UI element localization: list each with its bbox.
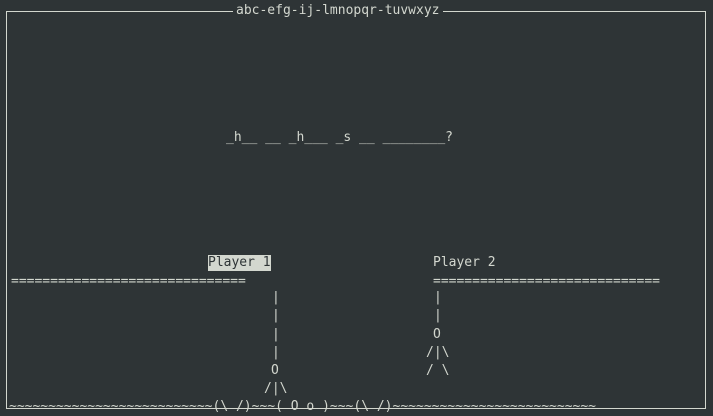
player-1-head: O xyxy=(271,363,279,378)
player-2-rope-2: | xyxy=(434,308,442,323)
player-1-rope-1: | xyxy=(272,290,280,305)
player-2-body: /|\ xyxy=(426,345,450,360)
player-1-rope-2: | xyxy=(272,308,280,323)
right-plank: ============================= xyxy=(433,274,660,289)
game-frame xyxy=(6,11,706,409)
water-with-crocodile: ~~~~~~~~~~~~~~~~~~~~~~~~~~(\ /)~~~( O o … xyxy=(9,399,596,414)
player-1-rope-4: | xyxy=(272,345,280,360)
player-2-head: O xyxy=(433,327,441,342)
player-1-rope-3: | xyxy=(272,327,280,342)
guessed-letters-title: abc-efg-ij-lmnopqr-tuvwxyz xyxy=(233,3,443,19)
player-2-rope-1: | xyxy=(434,290,442,305)
puzzle-phrase: _h__ __ _h___ _s __ ________? xyxy=(226,130,453,145)
left-plank: ============================== xyxy=(11,274,246,289)
player-1-label: Player 1 xyxy=(208,255,271,271)
player-2-legs: / \ xyxy=(426,363,450,378)
player-1-body: /|\ xyxy=(264,381,288,396)
player-2-label: Player 2 xyxy=(433,255,496,270)
